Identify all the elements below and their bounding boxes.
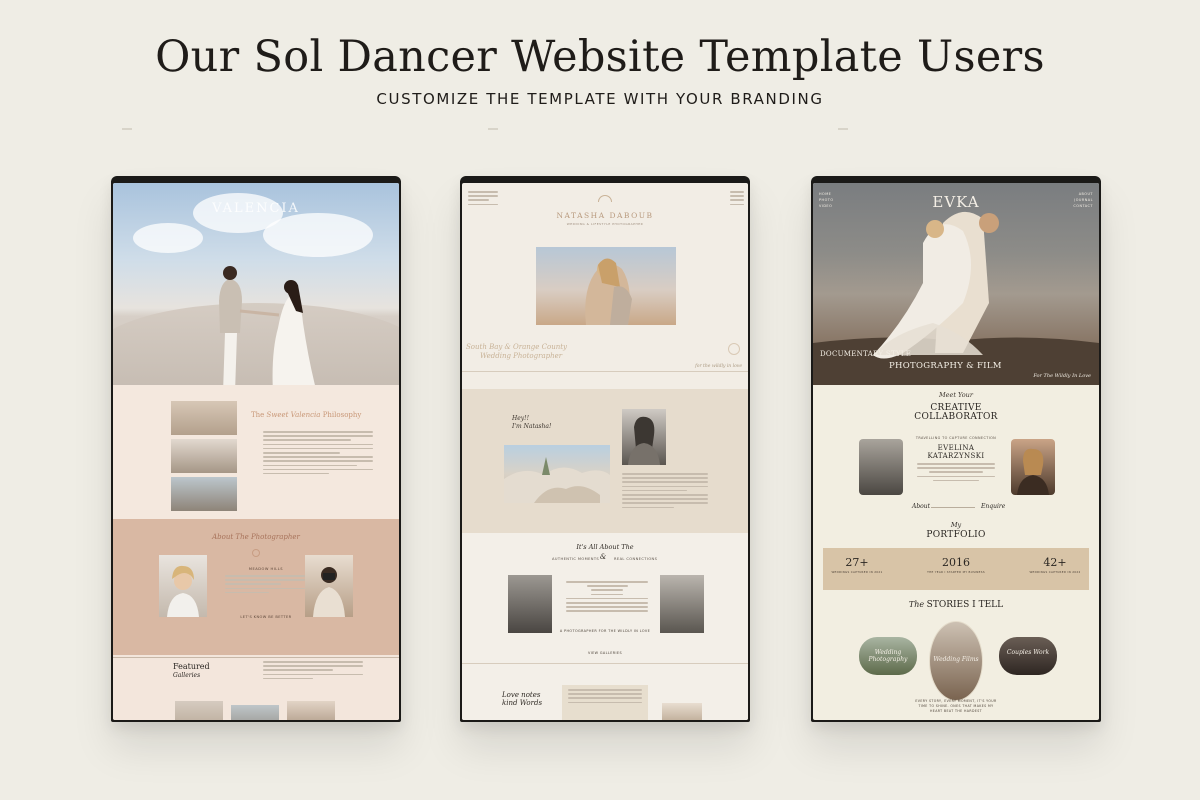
ampersand: & [600, 553, 607, 561]
divider-dot [122, 128, 132, 130]
tagline: South Bay & Orange County Wedding Photogr… [466, 343, 567, 360]
service-couples-work[interactable]: Couples Work [999, 637, 1057, 675]
authentic-moments-label: AUTHENTIC MOMENTS [552, 557, 600, 561]
template-preview-2[interactable]: NATASHA DABOUB WEDDING & LIFESTYLE PHOTO… [460, 176, 750, 722]
preview-screen-1: VALENCIA The Sweet Valencia Philosophy A… [113, 183, 399, 720]
featured-text-lines [263, 661, 363, 682]
creative-collaborator-title: CREATIVE COLLABORATOR [914, 403, 998, 422]
hero-image-couple-embrace [536, 247, 676, 325]
intro-greeting: Hey!! I'm Natasha! [512, 415, 552, 430]
testimonial-photo [662, 703, 702, 720]
meet-your-label: Meet Your [939, 391, 973, 399]
brand-subtitle: WEDDING & LIFESTYLE PHOTOGRAPHER [566, 222, 644, 226]
portrait-photo [622, 409, 666, 465]
about-link[interactable]: About [912, 503, 930, 510]
photographer-name: EVELINA KATARZYNSKI [927, 444, 985, 460]
philosophy-title: The Sweet Valencia Philosophy [251, 411, 362, 419]
stat-year-started: 2016 THE YEAR I STARTED MY BUSINESS [927, 556, 985, 574]
stat-weddings-2022: 42+ WEDDINGS CAPTURED IN 2022 [1029, 556, 1081, 574]
sun-logo-icon [598, 195, 612, 202]
about-text-lines [225, 575, 305, 596]
landscape-photo [504, 445, 610, 503]
preview-screen-3: EVKA HOME PHOTO VIDEO ABOUT JOURNAL CONTACT … [813, 183, 1099, 720]
service-wedding-photography[interactable]: Wedding Photography [859, 637, 917, 675]
hero-documentary-text: DOCUMENTARY STYLE [820, 350, 912, 358]
photographer-name: MEADOW HILLS [248, 567, 284, 571]
hero-tagline: For The Wildly In Love [1033, 373, 1091, 379]
section-title: It's All About The [576, 543, 634, 551]
nav-links-right[interactable] [730, 191, 744, 208]
testimonials-title: Love notes kind Words [502, 691, 543, 707]
stories-title: The STORIES I TELL [908, 600, 1004, 610]
my-label: My [950, 521, 962, 529]
photographer-portrait [159, 555, 207, 617]
sun-icon [728, 343, 740, 355]
bw-photo [660, 575, 704, 633]
portfolio-title: PORTFOLIO [926, 530, 986, 540]
connections-text-lines [566, 581, 648, 615]
photographer-camera-photo [305, 555, 353, 617]
gallery-photo [171, 477, 237, 511]
color-portrait-photo [1011, 439, 1055, 495]
real-connections-label: REAL CONNECTIONS [614, 557, 658, 561]
divider-dot [488, 128, 498, 130]
testimonial-text-lines [568, 689, 642, 706]
nav-links-right[interactable]: ABOUT JOURNAL CONTACT [1073, 191, 1093, 209]
bw-portrait-photo [859, 439, 903, 495]
template-preview-1[interactable]: VALENCIA The Sweet Valencia Philosophy A… [111, 176, 401, 722]
tagline-right: for the wildly in love [695, 364, 742, 369]
template-preview-3[interactable]: EVKA HOME PHOTO VIDEO ABOUT JOURNAL CONTACT … [811, 176, 1101, 722]
site-brand-logo[interactable]: VALENCIA [113, 201, 399, 216]
bw-photo [508, 575, 552, 633]
enquire-link[interactable]: Enquire [981, 503, 1005, 510]
gallery-photo [287, 701, 335, 720]
photographer-tagline: A PHOTOGRAPHER FOR THE WILDLY IN LOVE [559, 629, 651, 633]
preview-screen-2: NATASHA DABOUB WEDDING & LIFESTYLE PHOTO… [462, 183, 748, 720]
travel-label: TRAVELLING TO CAPTURE CONNECTION [915, 436, 997, 440]
about-text-lines [917, 463, 995, 484]
divider-dot [838, 128, 848, 130]
stat-weddings-2021: 27+ WEDDINGS CAPTURED IN 2021 [831, 556, 883, 574]
view-galleries-link[interactable]: VIEW GALLERIES [462, 651, 748, 655]
hero-photo-film-text: PHOTOGRAPHY & FILM [889, 361, 1002, 371]
gallery-photo [231, 705, 279, 720]
service-wedding-films[interactable]: Wedding Films [929, 621, 983, 701]
about-cta-button[interactable]: LET'S KNOW BE BETTER [231, 615, 301, 619]
gallery-photo [171, 439, 237, 473]
gallery-photo [171, 401, 237, 435]
sun-icon [252, 549, 260, 557]
featured-galleries-title: Featured Galleries [173, 662, 210, 680]
site-brand-logo[interactable]: EVKA [813, 193, 1099, 211]
gallery-photo [175, 701, 223, 720]
site-brand-logo[interactable]: NATASHA DABOUB [462, 211, 748, 220]
hero-image-desert-couple: VALENCIA [113, 183, 399, 403]
stats-band: 27+ WEDDINGS CAPTURED IN 2021 2016 THE YEA… [823, 548, 1089, 590]
philosophy-text-lines [263, 431, 373, 477]
page-subheadline: CUSTOMIZE THE TEMPLATE WITH YOUR BRANDIN… [376, 90, 824, 108]
nav-links-left[interactable] [468, 191, 498, 208]
stories-caption: EVERY STORY, EVERY MOMENT, IT'S YOUR TIME… [915, 699, 997, 713]
nav-links-left[interactable]: HOME PHOTO VIDEO [819, 191, 834, 209]
about-photographer-title: About The Photographer [212, 533, 300, 541]
hero-image-wedding-lift: EVKA HOME PHOTO VIDEO ABOUT JOURNAL CONTACT … [813, 183, 1099, 385]
page-headline: Our Sol Dancer Website Template Users [155, 32, 1045, 82]
about-text-lines [622, 473, 708, 511]
